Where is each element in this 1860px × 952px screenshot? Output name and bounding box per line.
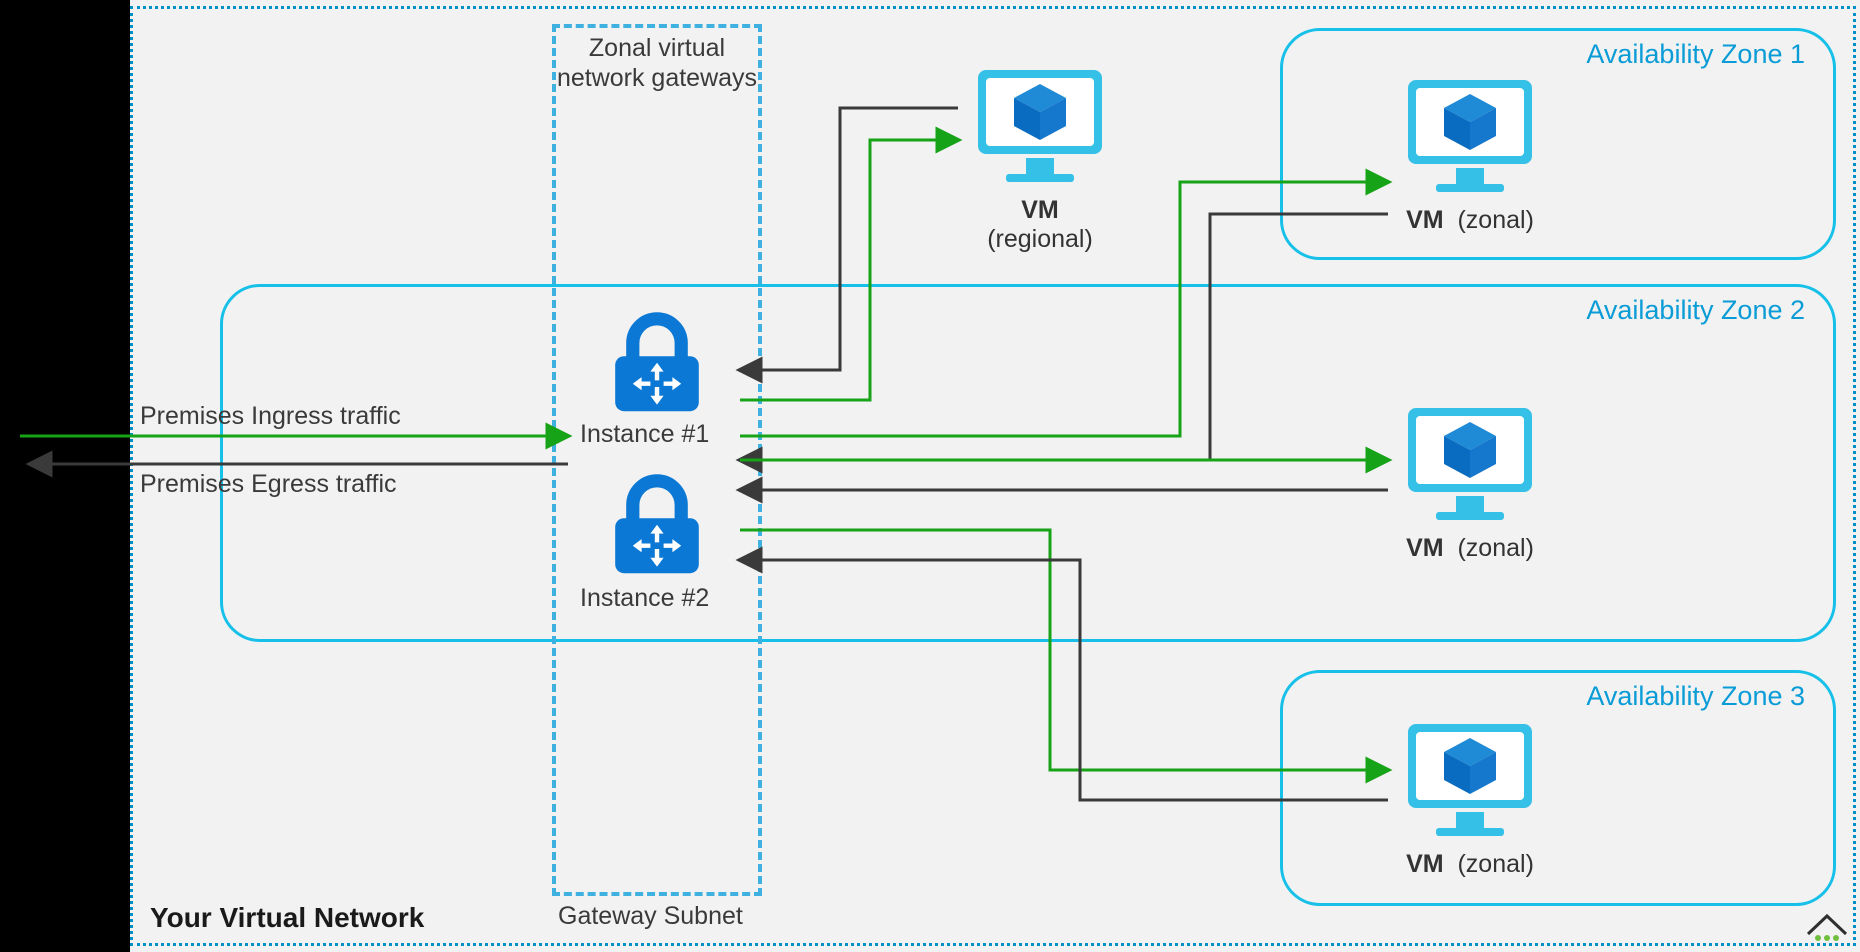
instance-2-label: Instance #2 [580, 584, 709, 613]
vm-regional-caption: VM (regional) [940, 196, 1140, 254]
vm-az2-scope: (zonal) [1457, 534, 1533, 562]
vm-az1-icon [1400, 72, 1540, 202]
vm-regional-icon [970, 62, 1110, 192]
diagram-stage: Availability Zone 1 Availability Zone 2 … [0, 0, 1860, 952]
vm-az1-name: VM [1406, 206, 1444, 234]
vm-az1-caption: VM (zonal) [1370, 206, 1570, 235]
availability-zone-3-title: Availability Zone 3 [1586, 681, 1805, 712]
corner-dots-icon [1802, 910, 1852, 944]
availability-zone-2-title: Availability Zone 2 [1586, 295, 1805, 326]
availability-zone-2-box: Availability Zone 2 [220, 284, 1836, 642]
gateway-subnet-box [552, 24, 762, 896]
egress-label: Premises Egress traffic [140, 470, 397, 499]
vm-az3-icon [1400, 716, 1540, 846]
instance-1-label: Instance #1 [580, 420, 709, 449]
vm-az1-scope: (zonal) [1457, 206, 1533, 234]
left-grey-overlay [0, 0, 130, 952]
gateway-instance-1-icon [602, 310, 712, 420]
subnet-title-line2: network gateways [552, 64, 762, 93]
ingress-label: Premises Ingress traffic [140, 402, 401, 431]
vm-az2-caption: VM (zonal) [1370, 534, 1570, 563]
vm-regional-scope: (regional) [987, 225, 1093, 253]
subnet-title-line1: Zonal virtual [552, 34, 762, 63]
vm-az3-caption: VM (zonal) [1370, 850, 1570, 879]
vm-az3-name: VM [1406, 850, 1444, 878]
gateway-subnet-label: Gateway Subnet [558, 902, 743, 931]
vm-az3-scope: (zonal) [1457, 850, 1533, 878]
vm-az2-icon [1400, 400, 1540, 530]
availability-zone-1-title: Availability Zone 1 [1586, 39, 1805, 70]
gateway-instance-2-icon [602, 472, 712, 582]
vm-az2-name: VM [1406, 534, 1444, 562]
virtual-network-label: Your Virtual Network [150, 902, 424, 934]
vm-regional-name: VM [1021, 196, 1059, 224]
